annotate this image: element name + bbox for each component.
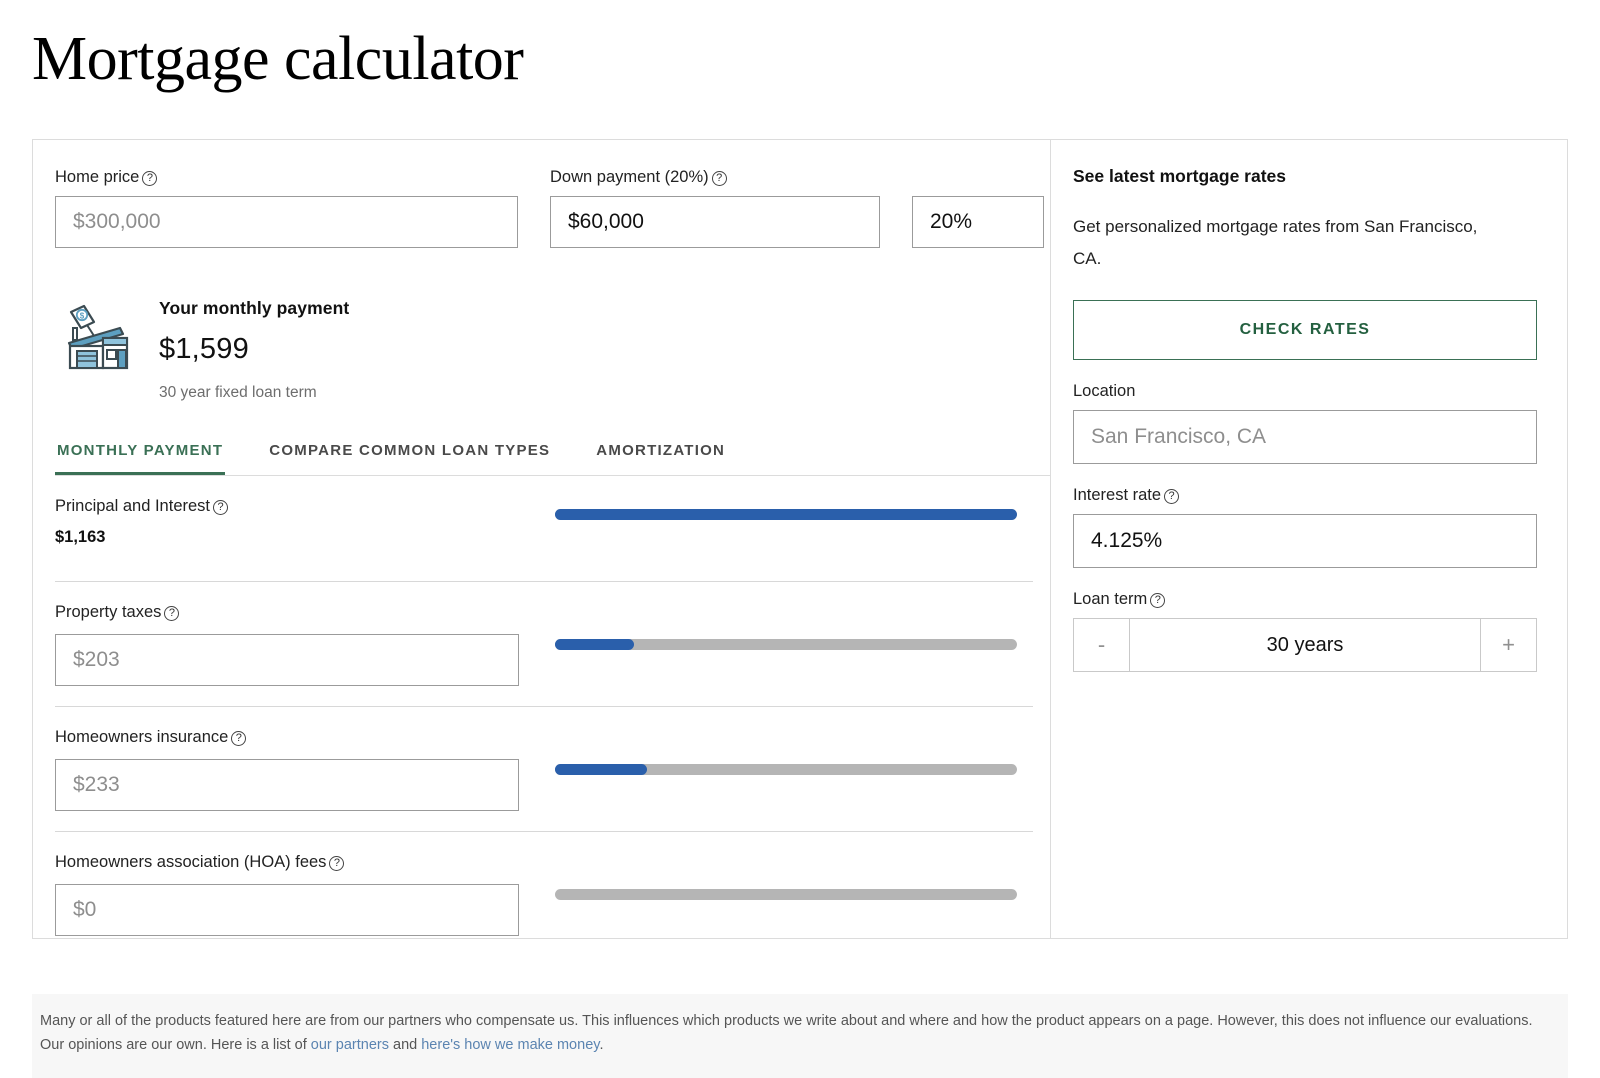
location-label: Location: [1073, 382, 1537, 401]
loan-term-label: Loan term ?: [1073, 590, 1537, 609]
help-circle-icon[interactable]: ?: [213, 500, 228, 515]
check-rates-button[interactable]: CHECK RATES: [1073, 300, 1537, 360]
location-field-block: Location: [1073, 382, 1537, 464]
home-price-label: Home price ?: [55, 168, 518, 187]
homeowners-insurance-slider[interactable]: [555, 764, 1017, 775]
cost-left-principal: Principal and Interest ? $1,163: [55, 497, 555, 547]
cost-left-property-taxes: Property taxes ?: [55, 603, 555, 686]
homeowners-insurance-input[interactable]: [55, 759, 519, 811]
how-we-make-money-link[interactable]: here's how we make money: [421, 1037, 599, 1053]
page-title: Mortgage calculator: [0, 0, 1600, 95]
homeowners-insurance-label: Homeowners insurance ?: [55, 728, 555, 747]
slider-fill: [555, 509, 1017, 520]
home-price-input[interactable]: [55, 196, 518, 248]
cost-rows: Principal and Interest ? $1,163 Property…: [55, 476, 1050, 956]
disclaimer-text-3: .: [599, 1037, 603, 1053]
our-partners-link[interactable]: our partners: [311, 1037, 389, 1053]
loan-term-decrement-button[interactable]: -: [1074, 619, 1130, 671]
help-circle-icon[interactable]: ?: [1150, 593, 1165, 608]
summary-term-note: 30 year fixed loan term: [159, 384, 349, 402]
location-label-text: Location: [1073, 382, 1135, 401]
house-with-price-tag-icon: $: [57, 298, 133, 370]
interest-rate-label-text: Interest rate: [1073, 486, 1161, 505]
property-taxes-label: Property taxes ?: [55, 603, 555, 622]
property-taxes-input[interactable]: [55, 634, 519, 686]
interest-rate-label: Interest rate ?: [1073, 486, 1537, 505]
sidebar-description: Get personalized mortgage rates from San…: [1073, 211, 1493, 274]
cost-right-property-taxes: [555, 603, 1033, 650]
cost-row-principal-and-interest: Principal and Interest ? $1,163: [55, 476, 1033, 582]
summary-text-block: Your monthly payment $1,599 30 year fixe…: [159, 294, 349, 402]
principal-and-interest-label-text: Principal and Interest: [55, 497, 210, 516]
calculator-tabs: MONTHLY PAYMENT COMPARE COMMON LOAN TYPE…: [55, 442, 1050, 476]
property-taxes-slider[interactable]: [555, 639, 1017, 650]
help-circle-icon[interactable]: ?: [1164, 489, 1179, 504]
cost-right-principal: [555, 497, 1033, 520]
mortgage-calculator-card: Home price ? Down payment (20%) ?: [32, 139, 1568, 939]
cost-left-hoa-fees: Homeowners association (HOA) fees ?: [55, 853, 555, 936]
tab-amortization[interactable]: AMORTIZATION: [594, 442, 727, 475]
disclaimer-footer: Many or all of the products featured her…: [32, 994, 1568, 1078]
location-input[interactable]: [1073, 410, 1537, 464]
principal-and-interest-value: $1,163: [55, 528, 555, 547]
down-payment-label: Down payment (20%) ?: [550, 168, 880, 187]
monthly-payment-summary: $ Your monthly payment: [55, 294, 1050, 402]
cost-row-homeowners-insurance: Homeowners insurance ?: [55, 707, 1033, 832]
disclaimer-text-1: Many or all of the products featured her…: [40, 1013, 1533, 1053]
cost-right-homeowners-insurance: [555, 728, 1033, 775]
hoa-fees-label: Homeowners association (HOA) fees ?: [55, 853, 555, 872]
home-price-field-block: Home price ?: [55, 168, 518, 248]
interest-rate-field-block: Interest rate ?: [1073, 486, 1537, 568]
tab-compare-common-loan-types[interactable]: COMPARE COMMON LOAN TYPES: [267, 442, 552, 475]
help-circle-icon[interactable]: ?: [329, 856, 344, 871]
disclaimer-text-2: and: [389, 1037, 421, 1053]
homeowners-insurance-label-text: Homeowners insurance: [55, 728, 228, 747]
down-payment-input[interactable]: [550, 196, 880, 248]
down-payment-percent-input[interactable]: [912, 196, 1044, 248]
home-price-label-text: Home price: [55, 168, 139, 187]
slider-fill: [555, 639, 634, 650]
principal-and-interest-label: Principal and Interest ?: [55, 497, 555, 516]
mortgage-rates-sidebar: See latest mortgage rates Get personaliz…: [1050, 140, 1567, 938]
loan-term-stepper: - 30 years +: [1073, 618, 1537, 672]
summary-title: Your monthly payment: [159, 298, 349, 319]
down-payment-label-text: Down payment (20%): [550, 168, 709, 187]
cost-row-property-taxes: Property taxes ?: [55, 582, 1033, 707]
property-taxes-label-text: Property taxes: [55, 603, 161, 622]
cost-left-homeowners-insurance: Homeowners insurance ?: [55, 728, 555, 811]
slider-fill: [555, 764, 647, 775]
summary-amount: $1,599: [159, 333, 349, 366]
hoa-fees-label-text: Homeowners association (HOA) fees: [55, 853, 326, 872]
cost-right-hoa-fees: [555, 853, 1033, 900]
loan-term-value: 30 years: [1130, 619, 1480, 671]
help-circle-icon[interactable]: ?: [164, 606, 179, 621]
sidebar-title: See latest mortgage rates: [1073, 166, 1537, 187]
top-inputs-row: Home price ? Down payment (20%) ?: [55, 168, 1050, 248]
hoa-fees-slider[interactable]: [555, 889, 1017, 900]
hoa-fees-input[interactable]: [55, 884, 519, 936]
down-payment-percent-field-block: [912, 168, 1044, 248]
loan-term-label-text: Loan term: [1073, 590, 1147, 609]
svg-text:$: $: [80, 312, 85, 321]
interest-rate-input[interactable]: [1073, 514, 1537, 568]
loan-term-field-block: Loan term ? - 30 years +: [1073, 590, 1537, 672]
tab-monthly-payment[interactable]: MONTHLY PAYMENT: [55, 442, 225, 475]
help-circle-icon[interactable]: ?: [142, 171, 157, 186]
help-circle-icon[interactable]: ?: [712, 171, 727, 186]
loan-term-increment-button[interactable]: +: [1480, 619, 1536, 671]
calculator-main-panel: Home price ? Down payment (20%) ?: [33, 140, 1050, 938]
principal-and-interest-slider[interactable]: [555, 509, 1017, 520]
down-payment-field-block: Down payment (20%) ?: [550, 168, 880, 248]
help-circle-icon[interactable]: ?: [231, 731, 246, 746]
cost-row-hoa-fees: Homeowners association (HOA) fees ?: [55, 832, 1033, 956]
